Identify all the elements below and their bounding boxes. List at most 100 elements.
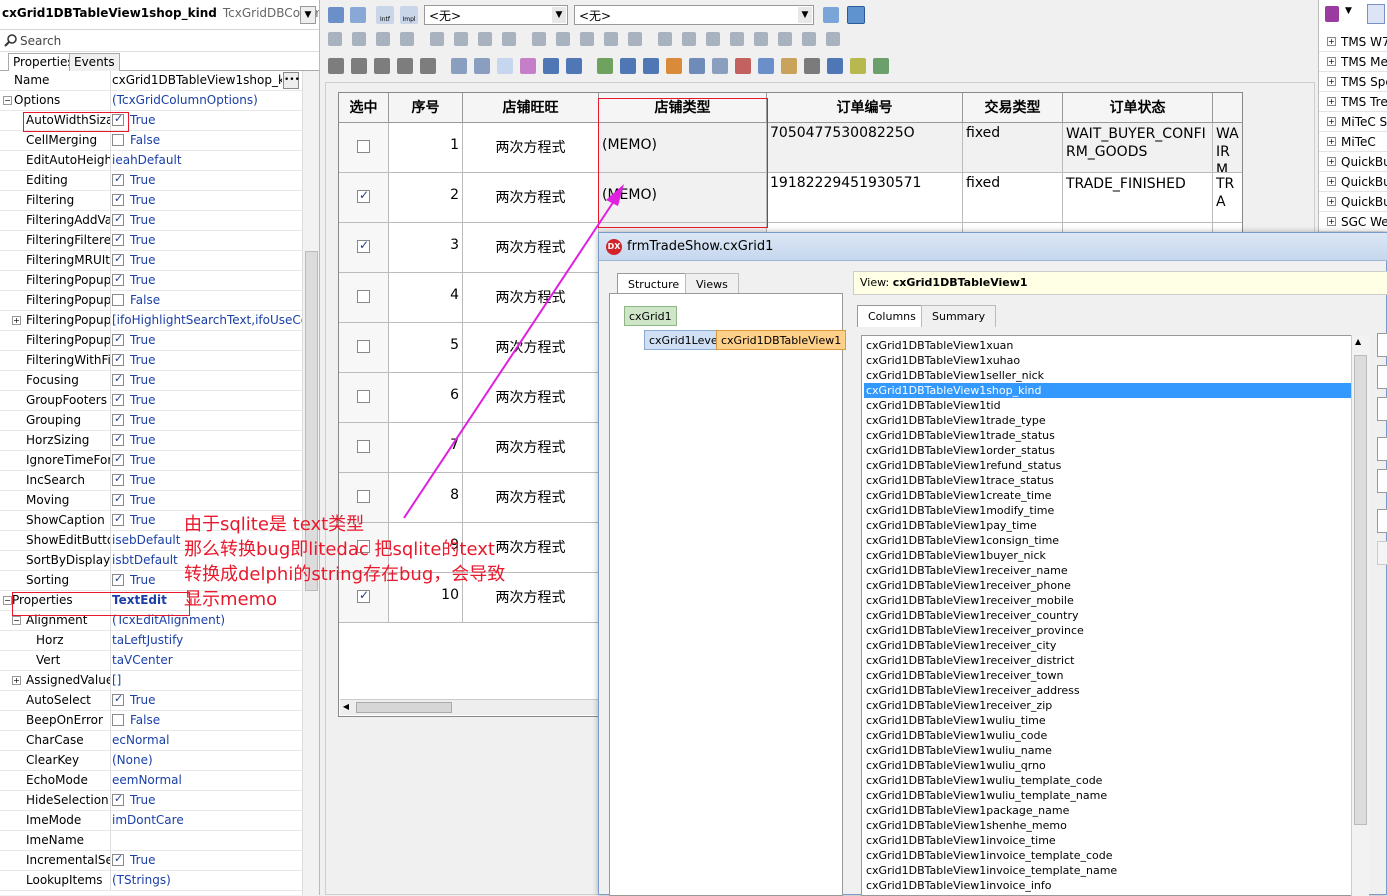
select-all-button[interactable] xyxy=(1377,509,1387,533)
column-list-item[interactable]: cxGrid1DBTableView1wuliu_name xyxy=(864,743,1351,758)
property-value[interactable]: True xyxy=(112,372,156,387)
column-header[interactable]: 订单编号 xyxy=(767,93,963,123)
expand-icon[interactable]: + xyxy=(12,676,21,685)
property-row[interactable]: HorzSizing True xyxy=(0,431,302,451)
column-list-item[interactable]: cxGrid1DBTableView1xuan xyxy=(864,338,1351,353)
align-icon[interactable] xyxy=(502,32,516,46)
checkbox[interactable] xyxy=(112,452,124,466)
column-list-item[interactable]: cxGrid1DBTableView1receiver_province xyxy=(864,623,1351,638)
designer-tool-icon[interactable] xyxy=(543,58,559,74)
property-row[interactable]: Vert taVCenter xyxy=(0,651,302,671)
property-row[interactable]: HideSelection True xyxy=(0,791,302,811)
chevron-down-icon[interactable]: ▼ xyxy=(300,6,316,24)
align-icon[interactable] xyxy=(658,32,672,46)
property-value[interactable]: True xyxy=(112,272,156,287)
palette-category[interactable]: + TMS Met xyxy=(1319,52,1387,72)
checkbox[interactable] xyxy=(112,252,124,266)
column-list-item[interactable]: cxGrid1DBTableView1package_name xyxy=(864,803,1351,818)
checkbox[interactable] xyxy=(112,512,124,526)
palette-category[interactable]: + TMS Tree xyxy=(1319,92,1387,112)
column-list-item[interactable]: cxGrid1DBTableView1wuliu_template_name xyxy=(864,788,1351,803)
checkbox[interactable] xyxy=(112,172,124,186)
align-icon[interactable] xyxy=(682,32,696,46)
property-value[interactable]: True xyxy=(112,252,156,267)
tab-columns[interactable]: Columns xyxy=(857,305,927,327)
property-row[interactable]: EchoMode eemNormal xyxy=(0,771,302,791)
row-checkbox[interactable] xyxy=(357,140,370,153)
align-icon[interactable] xyxy=(706,32,720,46)
column-list-item[interactable]: cxGrid1DBTableView1order_status xyxy=(864,443,1351,458)
row-checkbox[interactable] xyxy=(357,290,370,303)
align-icon[interactable] xyxy=(730,32,744,46)
column-list-item[interactable]: cxGrid1DBTableView1invoice_template_code xyxy=(864,848,1351,863)
expand-icon[interactable]: + xyxy=(1327,157,1336,166)
column-list-item[interactable]: cxGrid1DBTableView1trace_status xyxy=(864,473,1351,488)
column-list-item[interactable]: cxGrid1DBTableView1create_time xyxy=(864,488,1351,503)
row-checkbox[interactable] xyxy=(357,490,370,503)
column-list-item[interactable]: cxGrid1DBTableView1receiver_zip xyxy=(864,698,1351,713)
designer-tool-icon[interactable] xyxy=(474,58,490,74)
dialog-titlebar[interactable]: DX frmTradeShow.cxGrid1 xyxy=(599,233,1387,261)
palette-icon[interactable] xyxy=(1325,6,1339,22)
select-cell[interactable] xyxy=(339,123,389,173)
property-value[interactable]: True xyxy=(112,792,156,807)
property-row[interactable]: Focusing True xyxy=(0,371,302,391)
column-list-item[interactable]: cxGrid1DBTableView1wuliu_time xyxy=(864,713,1351,728)
designer-tool-icon[interactable] xyxy=(520,58,536,74)
palette-category[interactable]: + SGC Web xyxy=(1319,212,1387,232)
column-list-item[interactable]: cxGrid1DBTableView1seller_nick xyxy=(864,368,1351,383)
column-list-item[interactable]: cxGrid1DBTableView1invoice_time xyxy=(864,833,1351,848)
inspector-scrollbar[interactable] xyxy=(302,71,319,895)
property-row[interactable]: Horz taLeftJustify xyxy=(0,631,302,651)
align-icon[interactable] xyxy=(802,32,816,46)
property-row[interactable]: EditAutoHeight ieahDefault xyxy=(0,151,302,171)
column-header[interactable]: 订单状态 xyxy=(1063,93,1213,123)
tree-node-grid[interactable]: cxGrid1 xyxy=(624,306,677,326)
designer-tool-icon[interactable] xyxy=(497,58,513,74)
property-row[interactable]: Name cxGrid1DBTableView1shop_kind••• xyxy=(0,71,302,91)
property-row[interactable]: LookupItems (TStrings) xyxy=(0,871,302,891)
property-value[interactable]: True xyxy=(112,492,156,507)
property-value[interactable]: taLeftJustify xyxy=(112,633,183,647)
row-checkbox[interactable] xyxy=(357,440,370,453)
align-icon[interactable] xyxy=(478,32,492,46)
row-checkbox[interactable] xyxy=(357,390,370,403)
align-icon[interactable] xyxy=(580,32,594,46)
expand-icon[interactable]: + xyxy=(12,316,21,325)
designer-tool-icon[interactable] xyxy=(566,58,582,74)
component-icon[interactable] xyxy=(328,7,344,23)
select-cell[interactable] xyxy=(339,373,389,423)
checkbox[interactable] xyxy=(112,492,124,506)
column-list-item[interactable]: cxGrid1DBTableView1invoice_info xyxy=(864,878,1351,893)
property-row[interactable]: − Options (TcxGridColumnOptions) xyxy=(0,91,302,111)
property-row[interactable]: GroupFooters True xyxy=(0,391,302,411)
property-value[interactable]: True xyxy=(112,512,156,527)
align-icon[interactable] xyxy=(430,32,444,46)
checkbox[interactable] xyxy=(112,572,124,586)
align-icon[interactable] xyxy=(556,32,570,46)
property-row[interactable]: + FilteringPopupIr[ifoHighlightSearchText… xyxy=(0,311,302,331)
property-row[interactable]: FilteringPopupM True xyxy=(0,331,302,351)
column-header[interactable] xyxy=(1213,93,1242,123)
select-cell[interactable] xyxy=(339,423,389,473)
column-list-item[interactable]: cxGrid1DBTableView1xuhao xyxy=(864,353,1351,368)
property-value[interactable]: True xyxy=(112,452,156,467)
property-row[interactable]: FilteringAddValu True xyxy=(0,211,302,231)
column-list-item[interactable]: cxGrid1DBTableView1modify_time xyxy=(864,503,1351,518)
expand-icon[interactable]: + xyxy=(1327,37,1336,46)
scrollbar-thumb[interactable] xyxy=(356,702,452,713)
designer-tool-icon[interactable] xyxy=(374,58,390,74)
property-value[interactable]: False xyxy=(112,713,160,727)
column-list-item[interactable]: cxGrid1DBTableView1receiver_district xyxy=(864,653,1351,668)
chevron-down-icon[interactable]: ▼ xyxy=(798,7,812,23)
designer-tool-icon[interactable] xyxy=(451,58,467,74)
column-list-item[interactable]: cxGrid1DBTableView1wuliu_qrno xyxy=(864,758,1351,773)
property-value[interactable]: imDontCare xyxy=(112,813,184,827)
property-row[interactable]: ImeMode imDontCare xyxy=(0,811,302,831)
column-list-item[interactable]: cxGrid1DBTableView1tid xyxy=(864,398,1351,413)
designer-tool-icon[interactable] xyxy=(804,58,820,74)
designer-tool-icon[interactable] xyxy=(643,58,659,74)
tab-summary[interactable]: Summary xyxy=(921,305,997,327)
intf-button[interactable]: Intf xyxy=(376,6,394,24)
designer-tool-icon[interactable] xyxy=(328,58,344,74)
